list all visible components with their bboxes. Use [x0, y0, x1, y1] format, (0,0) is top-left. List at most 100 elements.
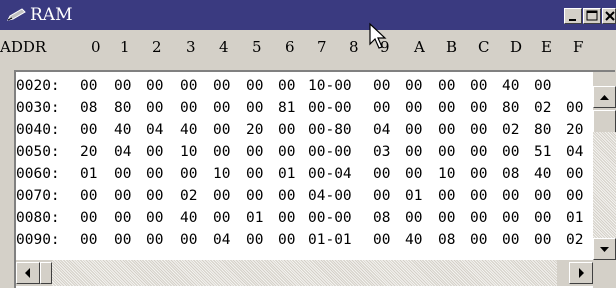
scroll-right-button[interactable] — [569, 262, 593, 284]
byte-cell[interactable]: 00 — [405, 122, 422, 138]
byte-cell[interactable]: 00 — [534, 78, 551, 94]
byte-cell[interactable]: 00 — [114, 78, 131, 94]
byte-cell[interactable]: 80 — [114, 100, 131, 116]
scroll-thumb[interactable] — [593, 110, 616, 134]
vertical-scrollbar[interactable] — [593, 72, 616, 260]
byte-cell[interactable]: 00 — [438, 188, 455, 204]
byte-cell[interactable]: 04-00 — [308, 188, 352, 204]
byte-cell[interactable]: 00 — [246, 144, 263, 160]
byte-cell[interactable]: 00 — [180, 78, 197, 94]
byte-cell[interactable]: 00 — [566, 188, 583, 204]
byte-cell[interactable]: 20 — [246, 122, 263, 138]
byte-cell[interactable]: 00 — [213, 122, 230, 138]
byte-cell[interactable]: 00 — [405, 100, 422, 116]
byte-cell[interactable]: 00 — [566, 166, 583, 182]
byte-cell[interactable]: 00 — [278, 144, 295, 160]
byte-cell[interactable]: 00 — [373, 166, 390, 182]
byte-cell[interactable]: 80 — [502, 100, 519, 116]
byte-cell[interactable]: 00 — [146, 144, 163, 160]
byte-cell[interactable]: 10 — [438, 166, 455, 182]
byte-cell[interactable]: 04 — [373, 122, 390, 138]
byte-cell[interactable]: 02 — [534, 100, 551, 116]
byte-cell[interactable]: 00 — [373, 100, 390, 116]
byte-cell[interactable]: 00 — [470, 232, 487, 248]
byte-cell[interactable]: 00 — [502, 144, 519, 160]
byte-cell[interactable]: 00 — [180, 100, 197, 116]
byte-cell[interactable]: 00 — [373, 78, 390, 94]
close-button[interactable] — [602, 8, 616, 24]
byte-cell[interactable]: 00 — [146, 166, 163, 182]
byte-cell[interactable]: 80 — [534, 122, 551, 138]
byte-cell[interactable]: 40 — [114, 122, 131, 138]
byte-cell[interactable]: 00 — [438, 210, 455, 226]
byte-cell[interactable]: 00 — [246, 188, 263, 204]
scroll-left-button[interactable] — [16, 262, 40, 284]
byte-cell[interactable]: 40 — [180, 122, 197, 138]
byte-cell[interactable]: 00 — [373, 188, 390, 204]
byte-cell[interactable]: 00 — [246, 78, 263, 94]
byte-cell[interactable]: 00-00 — [308, 144, 352, 160]
byte-cell[interactable]: 00 — [470, 166, 487, 182]
byte-cell[interactable]: 08 — [438, 232, 455, 248]
byte-cell[interactable]: 00 — [114, 188, 131, 204]
byte-cell[interactable]: 08 — [373, 210, 390, 226]
maximize-button[interactable] — [583, 8, 601, 24]
byte-cell[interactable]: 00 — [470, 210, 487, 226]
byte-cell[interactable]: 00 — [146, 100, 163, 116]
byte-cell[interactable]: 00 — [114, 166, 131, 182]
byte-cell[interactable]: 01 — [278, 166, 295, 182]
byte-cell[interactable]: 00 — [373, 232, 390, 248]
scroll-track[interactable] — [593, 132, 616, 238]
byte-cell[interactable]: 02 — [502, 122, 519, 138]
byte-cell[interactable]: 04 — [566, 144, 583, 160]
byte-cell[interactable]: 00 — [80, 232, 97, 248]
byte-cell[interactable]: 01 — [246, 210, 263, 226]
byte-cell[interactable]: 00 — [146, 210, 163, 226]
byte-cell[interactable]: 00 — [278, 78, 295, 94]
byte-cell[interactable]: 04 — [213, 232, 230, 248]
title-bar[interactable]: RAM — [0, 0, 616, 30]
byte-cell[interactable]: 00 — [502, 188, 519, 204]
byte-cell[interactable]: 04 — [146, 122, 163, 138]
scroll-up-button[interactable] — [593, 86, 616, 108]
byte-cell[interactable]: 00 — [438, 100, 455, 116]
byte-cell[interactable]: 00 — [213, 78, 230, 94]
byte-cell[interactable]: 02 — [180, 188, 197, 204]
byte-cell[interactable]: 01 — [566, 210, 583, 226]
byte-cell[interactable]: 00 — [502, 232, 519, 248]
byte-cell[interactable]: 00 — [438, 78, 455, 94]
scroll-thumb-horizontal[interactable] — [40, 262, 52, 284]
byte-cell[interactable]: 51 — [534, 144, 551, 160]
byte-cell[interactable]: 00 — [80, 78, 97, 94]
byte-cell[interactable]: 01 — [80, 166, 97, 182]
byte-cell[interactable]: 00 — [80, 210, 97, 226]
byte-cell[interactable]: 00 — [438, 144, 455, 160]
byte-cell[interactable]: 00 — [405, 166, 422, 182]
byte-cell[interactable]: 00 — [213, 100, 230, 116]
byte-cell[interactable]: 00 — [114, 232, 131, 248]
byte-cell[interactable]: 02 — [566, 232, 583, 248]
byte-cell[interactable]: 03 — [373, 144, 390, 160]
byte-cell[interactable]: 00 — [470, 100, 487, 116]
byte-cell[interactable]: 00-00 — [308, 210, 352, 226]
byte-cell[interactable]: 00 — [80, 188, 97, 204]
byte-cell[interactable]: 00 — [146, 232, 163, 248]
minimize-button[interactable] — [564, 8, 582, 24]
byte-cell[interactable]: 00 — [213, 144, 230, 160]
byte-cell[interactable]: 00 — [470, 188, 487, 204]
byte-cell[interactable]: 00 — [405, 210, 422, 226]
byte-cell[interactable]: 00 — [534, 188, 551, 204]
byte-cell[interactable]: 00 — [246, 232, 263, 248]
byte-cell[interactable]: 08 — [502, 166, 519, 182]
byte-cell[interactable]: 20 — [566, 122, 583, 138]
byte-cell[interactable]: 00 — [534, 232, 551, 248]
byte-cell[interactable]: 00 — [180, 232, 197, 248]
byte-cell[interactable]: 00 — [180, 166, 197, 182]
byte-cell[interactable]: 00 — [502, 210, 519, 226]
byte-cell[interactable]: 04 — [114, 144, 131, 160]
byte-cell[interactable]: 00 — [278, 122, 295, 138]
horizontal-scrollbar[interactable] — [16, 260, 593, 286]
byte-cell[interactable]: 81 — [278, 100, 295, 116]
byte-cell[interactable]: 40 — [180, 210, 197, 226]
byte-cell[interactable]: 00 — [534, 210, 551, 226]
